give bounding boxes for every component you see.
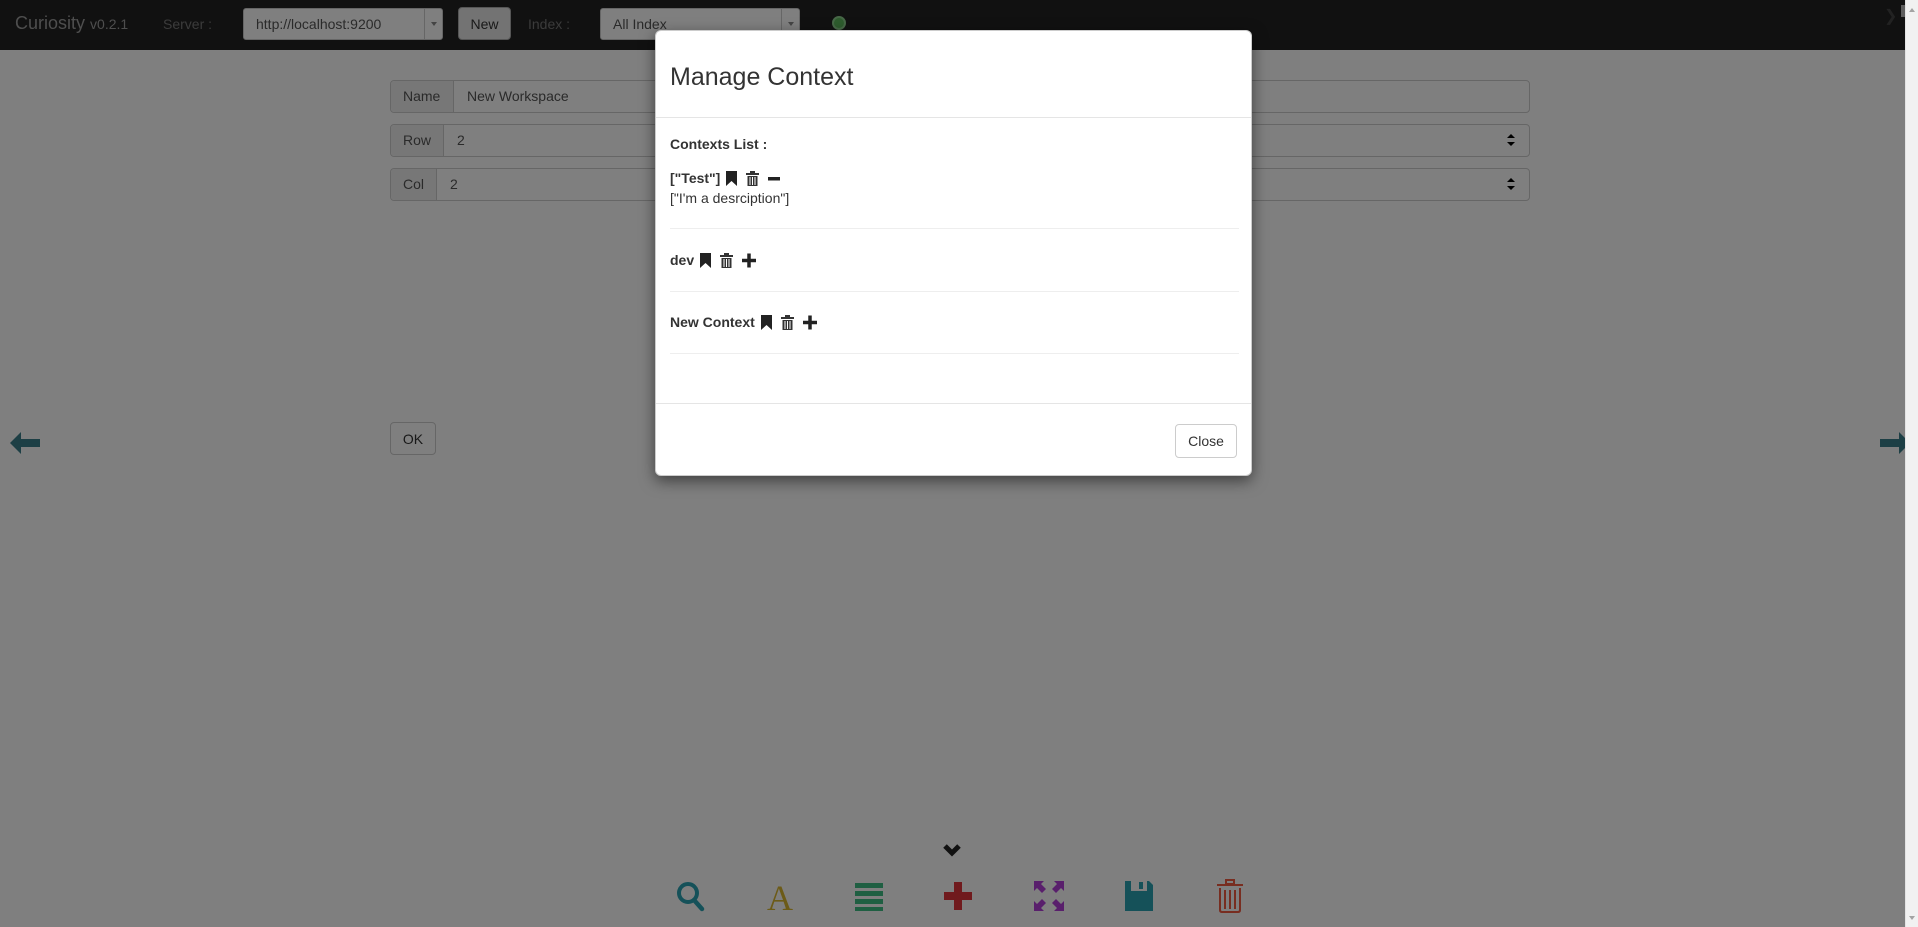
plus-icon[interactable] xyxy=(802,315,817,330)
scroll-up-icon[interactable] xyxy=(1909,8,1915,12)
trash-icon[interactable] xyxy=(720,252,734,268)
plus-icon[interactable] xyxy=(742,253,757,268)
close-button[interactable]: Close xyxy=(1175,424,1237,458)
trash-icon[interactable] xyxy=(780,314,794,330)
manage-context-modal: Manage Context Contexts List : ["Test"] … xyxy=(655,30,1252,476)
context-name[interactable]: New Context xyxy=(670,314,755,330)
minus-icon[interactable] xyxy=(768,171,781,186)
modal-title: Manage Context xyxy=(670,63,854,91)
context-name[interactable]: dev xyxy=(670,252,694,268)
scroll-down-icon[interactable] xyxy=(1909,916,1915,920)
modal-header: Manage Context xyxy=(656,31,1251,118)
modal-footer: Close xyxy=(656,403,1251,476)
contexts-list-heading: Contexts List : xyxy=(670,136,768,152)
vertical-scrollbar[interactable] xyxy=(1905,0,1918,927)
context-name[interactable]: ["Test"] xyxy=(670,170,720,186)
bookmark-icon[interactable] xyxy=(700,252,712,268)
context-item: ["Test"] ["I'm a desrciption"] xyxy=(670,168,1239,229)
bookmark-icon[interactable] xyxy=(726,170,738,186)
trash-icon[interactable] xyxy=(746,170,760,186)
bookmark-icon[interactable] xyxy=(760,314,772,330)
context-description: ["I'm a desrciption"] xyxy=(670,190,790,206)
context-item: dev xyxy=(670,246,1239,292)
context-item: New Context xyxy=(670,306,1239,354)
